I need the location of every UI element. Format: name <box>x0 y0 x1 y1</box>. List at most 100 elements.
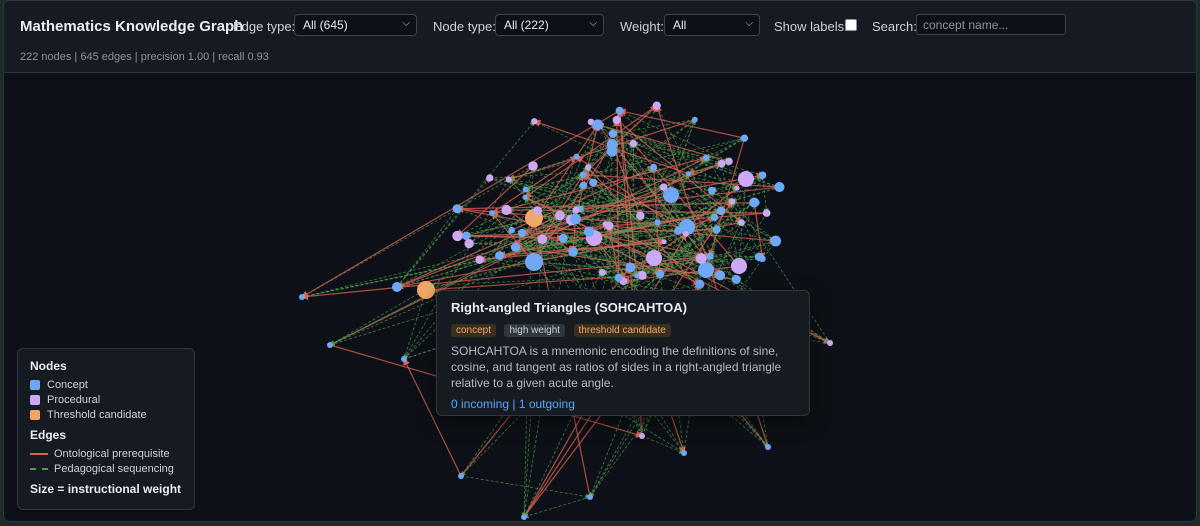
concept-node[interactable] <box>650 163 658 171</box>
concept-node[interactable] <box>327 342 333 348</box>
concept-node[interactable] <box>715 270 726 281</box>
concept-node[interactable] <box>458 473 464 479</box>
concept-node[interactable] <box>614 273 623 282</box>
concept-node[interactable] <box>681 450 687 456</box>
concept-node[interactable] <box>489 210 495 216</box>
procedural-node[interactable] <box>486 174 494 182</box>
concept-node[interactable] <box>695 279 705 289</box>
procedural-node[interactable] <box>537 234 548 245</box>
procedural-node[interactable] <box>725 157 733 166</box>
concept-node[interactable] <box>508 226 515 234</box>
concept-node[interactable] <box>708 186 716 195</box>
concept-node[interactable] <box>579 171 587 178</box>
edge-type-label: Edge type: <box>233 19 296 34</box>
procedural-node[interactable] <box>682 231 689 237</box>
concept-node[interactable] <box>401 356 407 362</box>
concept-node[interactable] <box>558 233 568 243</box>
procedural-node[interactable] <box>661 239 667 245</box>
procedural-node[interactable] <box>762 209 771 217</box>
concept-node[interactable] <box>392 282 402 292</box>
concept-node[interactable] <box>716 206 726 216</box>
concept-node[interactable] <box>634 273 640 279</box>
edge-type-select[interactable]: All (645) ⌵ <box>294 14 417 36</box>
concept-node[interactable] <box>608 129 618 138</box>
threshold-node[interactable] <box>417 281 435 299</box>
procedural-node[interactable] <box>659 183 668 191</box>
show-labels-checkbox[interactable] <box>845 19 857 31</box>
concept-node[interactable] <box>731 275 741 285</box>
procedural-node[interactable] <box>584 164 592 171</box>
concept-node[interactable] <box>765 444 771 450</box>
procedural-node[interactable] <box>734 185 740 191</box>
procedural-node[interactable] <box>827 340 833 346</box>
procedural-node[interactable] <box>452 230 463 242</box>
procedural-node[interactable] <box>695 253 707 264</box>
search-input[interactable]: concept name... <box>916 14 1066 35</box>
concept-node[interactable] <box>573 153 580 160</box>
procedural-node[interactable] <box>555 210 565 221</box>
concept-node[interactable] <box>698 262 714 278</box>
procedural-node[interactable] <box>652 101 661 110</box>
app-frame: Mathematics Knowledge Graph Edge type: A… <box>3 0 1197 522</box>
chevron-down-icon: ⌵ <box>402 18 410 29</box>
concept-node[interactable] <box>706 252 714 260</box>
concept-node[interactable] <box>587 494 593 500</box>
concept-node[interactable] <box>674 226 683 235</box>
procedural-node[interactable] <box>531 118 538 125</box>
procedural-node[interactable] <box>636 211 645 220</box>
concept-node[interactable] <box>452 204 462 214</box>
concept-node[interactable] <box>522 194 528 200</box>
procedural-node[interactable] <box>612 115 621 125</box>
procedural-node[interactable] <box>738 171 754 187</box>
concept-node[interactable] <box>758 171 767 179</box>
procedural-node[interactable] <box>728 198 736 205</box>
ontological-line-swatch <box>30 452 48 455</box>
concept-node[interactable] <box>583 226 595 237</box>
concept-node[interactable] <box>625 262 636 273</box>
concept-node[interactable] <box>510 242 521 252</box>
concept-node[interactable] <box>517 228 527 238</box>
concept-node[interactable] <box>711 213 719 222</box>
procedural-node[interactable] <box>572 206 580 214</box>
procedural-node[interactable] <box>602 221 609 227</box>
concept-node[interactable] <box>299 294 305 300</box>
concept-node[interactable] <box>589 178 598 187</box>
weight-select[interactable]: All ⌵ <box>664 14 760 36</box>
concept-node[interactable] <box>654 219 661 226</box>
procedural-node[interactable] <box>731 258 747 274</box>
concept-node[interactable] <box>525 253 543 271</box>
concept-node[interactable] <box>579 181 588 189</box>
concept-node[interactable] <box>568 247 578 257</box>
procedural-node[interactable] <box>717 159 726 168</box>
procedural-node[interactable] <box>464 238 474 249</box>
procedural-node[interactable] <box>475 255 484 264</box>
node-type-select[interactable]: All (222) ⌵ <box>495 14 604 36</box>
procedural-node[interactable] <box>528 161 538 171</box>
procedural-node[interactable] <box>738 219 745 226</box>
concept-node[interactable] <box>685 171 692 177</box>
concept-node[interactable] <box>753 199 760 206</box>
concept-node[interactable] <box>606 138 618 150</box>
procedural-node[interactable] <box>505 176 512 183</box>
concept-node[interactable] <box>592 119 604 131</box>
concept-node[interactable] <box>461 231 471 241</box>
concept-node[interactable] <box>759 255 766 263</box>
procedural-node[interactable] <box>501 204 512 215</box>
concept-node[interactable] <box>712 225 721 234</box>
concept-node[interactable] <box>521 514 527 520</box>
procedural-node[interactable] <box>599 268 606 276</box>
procedural-node[interactable] <box>646 250 662 266</box>
concept-node[interactable] <box>740 134 749 142</box>
concept-node[interactable] <box>774 182 785 193</box>
concept-node[interactable] <box>615 106 624 115</box>
concept-node[interactable] <box>770 235 782 247</box>
concept-node[interactable] <box>570 213 581 225</box>
concept-node[interactable] <box>522 186 529 193</box>
concept-node[interactable] <box>691 116 698 123</box>
concept-node[interactable] <box>495 251 504 260</box>
procedural-node[interactable] <box>629 139 637 147</box>
procedural-node[interactable] <box>639 433 645 439</box>
procedural-node[interactable] <box>533 206 542 216</box>
concept-node[interactable] <box>655 269 665 279</box>
concept-node[interactable] <box>702 154 710 161</box>
